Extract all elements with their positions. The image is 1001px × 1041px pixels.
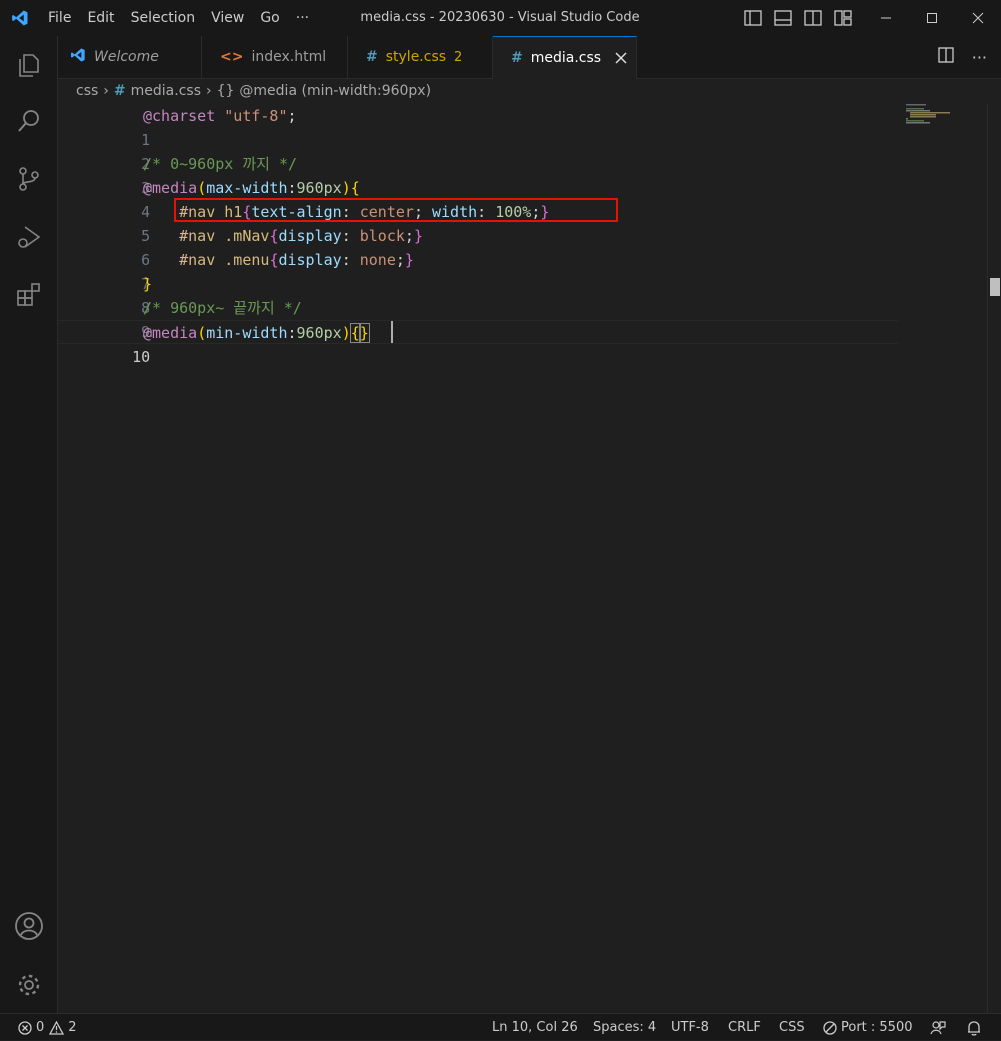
accounts-icon[interactable] (0, 902, 57, 950)
circle-slash-icon (823, 1020, 837, 1035)
activity-bar (0, 36, 58, 1013)
status-bar: 0 2 Ln 10, Col 26 Spaces: 4 UTF-8 CRLF C… (0, 1013, 1001, 1040)
toggle-primary-sidebar-icon[interactable] (742, 7, 764, 29)
search-icon[interactable] (0, 97, 57, 145)
code-line[interactable]: 1 @charset "utf-8"; (58, 104, 898, 149)
maximize-icon[interactable] (909, 0, 955, 36)
scrollbar-thumb[interactable] (990, 278, 1000, 296)
split-editor-icon[interactable] (938, 47, 954, 67)
menu-go[interactable]: Go (252, 0, 287, 36)
window-title: media.css - 20230630 - Visual Studio Cod… (360, 10, 640, 25)
tab-label: style.css (385, 49, 447, 65)
code-line[interactable]: 8 } (58, 272, 898, 317)
vscode-logo-icon (0, 0, 40, 36)
code-line[interactable]: 4 @media(max-width:960px){ (58, 176, 898, 221)
warning-icon (49, 1020, 65, 1035)
css-icon: # (366, 49, 378, 65)
indentation[interactable]: Spaces: 4 (593, 1014, 656, 1041)
menu-file[interactable]: File (40, 0, 79, 36)
live-server-port[interactable]: Port : 5500 (823, 1014, 913, 1041)
explorer-icon[interactable] (0, 40, 57, 88)
problems-badge: 2 (454, 49, 463, 65)
settings-gear-icon[interactable] (0, 961, 57, 1009)
warning-count: 2 (68, 1020, 77, 1035)
code-line[interactable]: 3 /* 0~960px 까지 */ (58, 152, 898, 197)
run-debug-icon[interactable] (0, 213, 57, 261)
chevron-right-icon: › (205, 83, 212, 99)
end-of-line[interactable]: CRLF (728, 1014, 761, 1041)
breadcrumb-file[interactable]: media.css (131, 83, 201, 99)
menu-edit[interactable]: Edit (79, 0, 122, 36)
code-line[interactable]: 6 #nav .mNav{display: block;} (58, 224, 898, 269)
encoding[interactable]: UTF-8 (671, 1014, 709, 1041)
cursor-position[interactable]: Ln 10, Col 26 (492, 1014, 578, 1041)
code-comment: /* 0~960px 까지 */ (143, 155, 298, 173)
css-icon: # (113, 83, 126, 99)
annotation-highlight-box (174, 198, 618, 222)
customize-layout-icon[interactable] (832, 7, 854, 29)
html-icon: <> (220, 49, 244, 65)
symbol-namespace-icon: {} (216, 83, 235, 99)
language-mode[interactable]: CSS (779, 1014, 805, 1041)
breadcrumb-folder[interactable]: css (76, 83, 98, 99)
tab-media-css[interactable]: # media.css (493, 36, 637, 79)
tab-label: index.html (251, 49, 327, 65)
toggle-panel-icon[interactable] (772, 7, 794, 29)
tab-label: Welcome (94, 49, 159, 65)
menu-selection[interactable]: Selection (123, 0, 204, 36)
breadcrumb: css › # media.css › {} @media (min-width… (76, 80, 436, 102)
vscode-icon (70, 47, 86, 67)
code-line[interactable]: 9 /* 960px~ 끝까지 */ (58, 296, 898, 341)
code-editor[interactable]: 1 @charset "utf-8"; 2 3 /* 0~960px 까지 */… (58, 104, 987, 1013)
code-comment: /* 960px~ 끝까지 */ (143, 299, 302, 317)
code-line-current[interactable]: 10 @media(min-width:960px){} (58, 320, 898, 366)
title-bar: File Edit Selection View Go ··· media.cs… (0, 0, 1001, 36)
extensions-icon[interactable] (0, 271, 57, 319)
menu-view[interactable]: View (203, 0, 252, 36)
problems-indicator[interactable]: 0 2 (18, 1014, 77, 1041)
minimize-icon[interactable] (863, 0, 909, 36)
tab-label: media.css (530, 50, 602, 66)
text-cursor (391, 321, 393, 343)
vertical-scrollbar[interactable] (987, 104, 1001, 1013)
code-line[interactable]: 7 #nav .menu{display: none;} (58, 248, 898, 293)
breadcrumb-symbol[interactable]: @media (min-width:960px) (239, 83, 431, 99)
menu-bar: File Edit Selection View Go ··· (40, 0, 317, 36)
tab-welcome[interactable]: Welcome (58, 36, 202, 78)
tab-style-css[interactable]: # style.css 2 (348, 36, 493, 78)
close-tab-icon[interactable] (615, 52, 627, 64)
line-number: 10 (132, 348, 151, 366)
css-icon: # (511, 50, 523, 66)
more-actions-icon[interactable]: ··· (972, 48, 987, 67)
editor-tabs: Welcome <> index.html # style.css 2 # me… (58, 36, 1001, 79)
minimap[interactable] (906, 104, 986, 134)
error-icon (18, 1020, 32, 1035)
feedback-icon[interactable] (930, 1014, 946, 1041)
close-window-icon[interactable] (955, 0, 1001, 36)
error-count: 0 (36, 1020, 45, 1035)
source-control-icon[interactable] (0, 155, 57, 203)
tab-index-html[interactable]: <> index.html (202, 36, 348, 78)
port-label: Port : 5500 (841, 1020, 913, 1035)
code-line[interactable]: 2 (58, 128, 898, 173)
notifications-bell-icon[interactable] (967, 1014, 981, 1041)
toggle-secondary-sidebar-icon[interactable] (802, 7, 824, 29)
chevron-right-icon: › (103, 83, 109, 99)
